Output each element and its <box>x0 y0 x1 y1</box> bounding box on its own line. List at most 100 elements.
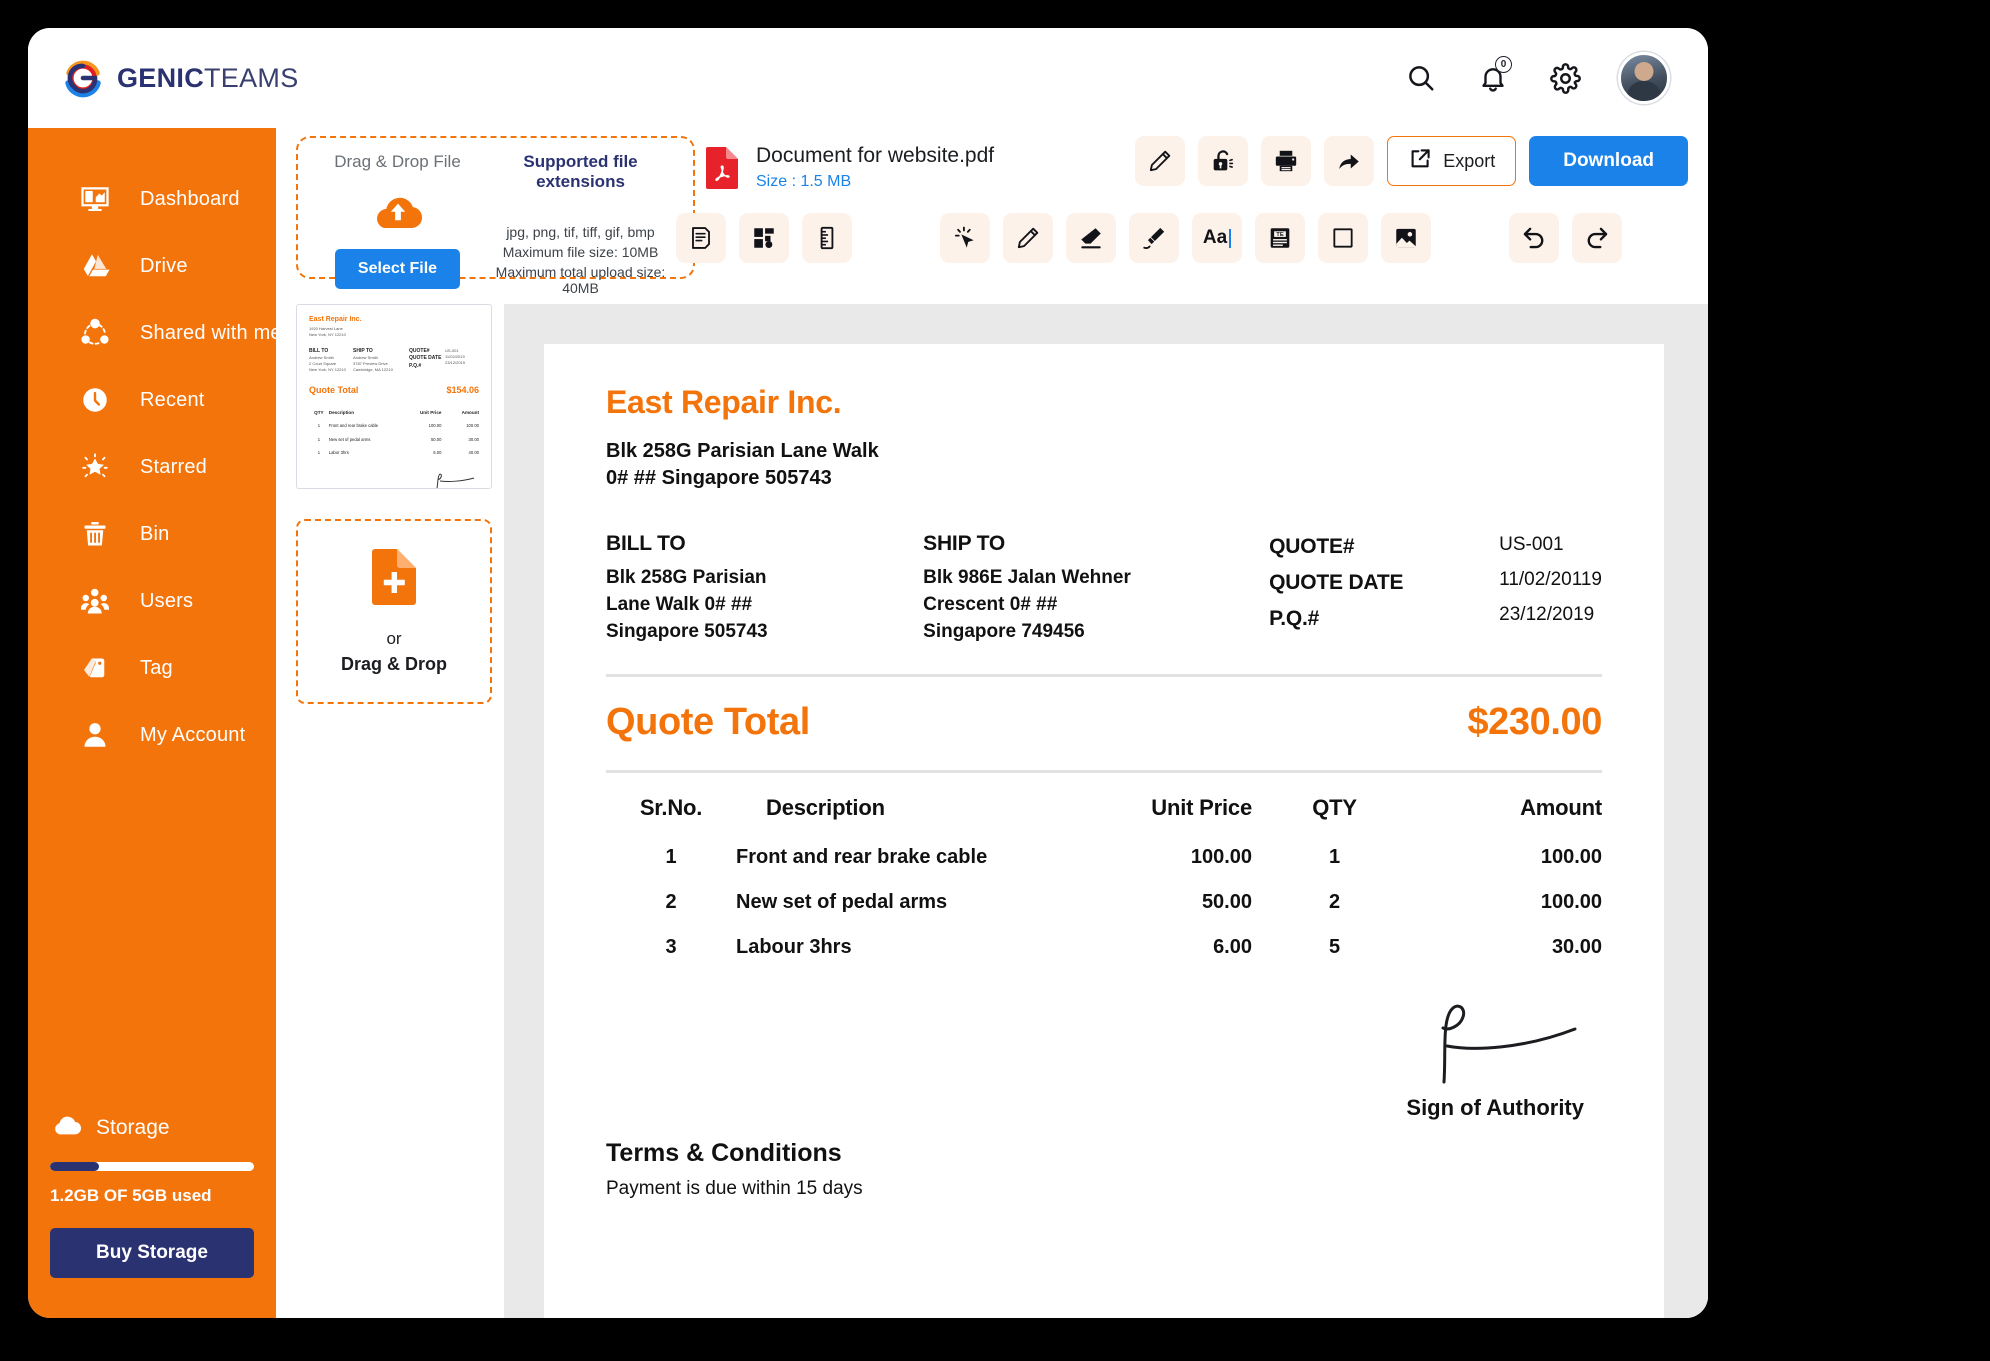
extensions-text: jpg, png, tif, tiff, gif, bmp <box>506 224 655 240</box>
thumbnail-panel: East Repair Inc. 1920 Harvest Lane New Y… <box>296 304 492 1318</box>
app-header: GENICTEAMS 0 <box>28 28 1708 128</box>
sidebar-item-starred[interactable]: Starred <box>28 440 276 494</box>
add-file-icon <box>370 548 418 611</box>
sidebar-item-users[interactable]: Users <box>28 574 276 628</box>
cloud-icon <box>51 1113 83 1142</box>
dashboard-icon <box>78 182 112 216</box>
thumb-signature: Sign of Authority <box>309 470 479 488</box>
brand-bold: GENIC <box>117 62 205 93</box>
primary-toolbar: Export Download <box>1135 136 1688 186</box>
supported-extensions-title: Supported file extensions <box>523 152 638 191</box>
draw-tool-button[interactable] <box>1003 213 1053 263</box>
max-total-size-text: Maximum total upload size: 40MB <box>495 264 666 296</box>
thumb-ship-col: SHIP TO Andrew Smith 3787 Preview Drive … <box>353 348 409 374</box>
thumbnail-dropzone[interactable]: or Drag & Drop <box>296 519 492 704</box>
bell-icon[interactable]: 0 <box>1474 56 1512 97</box>
genicteams-logo-icon <box>61 56 105 100</box>
image-tool-button[interactable] <box>1381 213 1431 263</box>
page-thumbnail[interactable]: East Repair Inc. 1920 Harvest Lane New Y… <box>296 304 492 489</box>
sidebar-item-label: Shared with me <box>140 321 282 344</box>
export-button[interactable]: Export <box>1387 136 1517 186</box>
select-tool-button[interactable] <box>940 213 990 263</box>
upload-constraints: jpg, png, tif, tiff, gif, bmp Maximum fi… <box>478 224 683 296</box>
thumb-col-amount: Amount <box>461 409 479 415</box>
sidebar-item-dashboard[interactable]: Dashboard <box>28 172 276 226</box>
thumb-cell-amount: 100.00 <box>466 423 479 429</box>
edit-pencil-button[interactable] <box>1135 136 1186 186</box>
thumbnail-preview: East Repair Inc. 1920 Harvest Lane New Y… <box>309 315 479 488</box>
column-sr-no: Sr.No. <box>639 794 703 820</box>
page-view-button[interactable] <box>676 213 726 263</box>
pq-number-value: 23/12/2019 <box>1499 603 1595 625</box>
sidebar-item-my-account[interactable]: My Account <box>28 708 276 762</box>
text-tool-button[interactable]: Aa <box>1192 213 1242 263</box>
sidebar-item-drive[interactable]: Drive <box>28 239 276 293</box>
upload-dropzone[interactable]: Drag & Drop File Select File Supported f… <box>296 136 695 296</box>
page-canvas-area[interactable]: East Repair Inc. Blk 258G Parisian Lane … <box>504 304 1708 1318</box>
sidebar-nav: Dashboard Drive Shared with me Recent St… <box>28 172 282 775</box>
document-meta: Document for website.pdf Size : 1.5 MB <box>756 144 994 191</box>
document-info: Document for website.pdf Size : 1.5 MB <box>704 144 994 191</box>
ship-to-line-3: Singapore 749456 <box>923 620 1085 642</box>
star-icon <box>78 450 112 484</box>
sidebar-item-bin[interactable]: Bin <box>28 507 276 561</box>
sidebar-item-label: My Account <box>140 723 246 746</box>
line-items-table: Sr.No. Description Unit Price QTY Amount… <box>606 795 1602 970</box>
textbox-tool-button[interactable]: TE <box>1255 213 1305 263</box>
invoice-address-line-2: 0# ## Singapore 505743 <box>606 467 832 489</box>
download-button[interactable]: Download <box>1529 136 1688 186</box>
thumb-total-value: $154.06 <box>446 385 479 395</box>
drive-icon <box>78 249 112 283</box>
tag-icon <box>78 651 112 685</box>
storage-header: Storage <box>50 1113 254 1142</box>
dropzone-label: Drag & Drop <box>340 654 447 674</box>
thumb-cell-desc: Labor 3hrs <box>328 449 349 455</box>
main-content: Drag & Drop File Select File Supported f… <box>276 128 1708 1318</box>
search-icon[interactable] <box>1402 59 1440 97</box>
sidebar-item-shared-with-me[interactable]: Shared with me <box>28 306 282 360</box>
sidebar-item-label: Drive <box>140 254 188 277</box>
signature-block: Sign of Authority <box>606 996 1602 1121</box>
thumb-cell-qty: 1 <box>317 449 321 455</box>
sidebar-item-label: Starred <box>140 455 207 478</box>
thumb-col-price: Unit Price <box>419 409 442 415</box>
unlock-button[interactable] <box>1198 136 1249 186</box>
max-file-size-text: Maximum file size: 10MB <box>502 244 659 260</box>
share-button[interactable] <box>1324 136 1375 186</box>
thumb-pq: 23/12/2019 <box>445 359 466 365</box>
highlighter-tool-button[interactable] <box>1129 213 1179 263</box>
signature-icon <box>1441 1004 1577 1084</box>
select-file-button[interactable]: Select File <box>334 249 461 289</box>
grid-view-button[interactable] <box>739 213 789 263</box>
sidebar-item-tag[interactable]: Tag <box>28 641 276 695</box>
print-button[interactable] <box>1261 136 1312 186</box>
sidebar-item-recent[interactable]: Recent <box>28 373 276 427</box>
quote-total-label: Quote Total <box>606 700 810 743</box>
dropzone-or-label: or <box>386 629 402 648</box>
eraser-tool-button[interactable] <box>1066 213 1116 263</box>
buy-storage-button[interactable]: Buy Storage <box>50 1228 254 1278</box>
terms-body: Payment is due within 15 days <box>606 1177 863 1199</box>
upload-left: Drag & Drop File Select File <box>310 152 485 289</box>
invoice-parties: BILL TO Blk 258G Parisian Lane Walk 0# #… <box>606 532 1602 646</box>
cell-amount: 30.00 <box>1551 935 1602 958</box>
thumb-company: East Repair Inc. <box>309 316 362 323</box>
gear-icon[interactable] <box>1546 59 1584 97</box>
avatar[interactable] <box>1618 52 1670 104</box>
thumb-pq-label: P.Q.# <box>409 362 422 369</box>
shape-tool-button[interactable] <box>1318 213 1368 263</box>
bill-to-label: BILL TO <box>606 532 686 555</box>
quote-date-value: 11/02/20119 <box>1499 568 1602 590</box>
bill-to-address: Blk 258G Parisian Lane Walk 0# ## Singap… <box>606 565 923 646</box>
brand-logo[interactable]: GENICTEAMS <box>61 56 299 100</box>
tablet-frame: GENICTEAMS 0 Dashboard Drive Shared with… <box>0 0 1990 1361</box>
signature-label: Sign of Authority <box>1406 1094 1584 1120</box>
ruler-button[interactable] <box>802 213 852 263</box>
sidebar-item-label: Users <box>140 589 194 612</box>
undo-button[interactable] <box>1509 213 1559 263</box>
history-tools-group <box>1509 213 1622 263</box>
quote-meta-labels: QUOTE# QUOTE DATE P.Q.# <box>1269 532 1499 646</box>
clock-icon <box>78 383 112 417</box>
redo-button[interactable] <box>1572 213 1622 263</box>
cell-qty: 1 <box>1328 845 1341 868</box>
